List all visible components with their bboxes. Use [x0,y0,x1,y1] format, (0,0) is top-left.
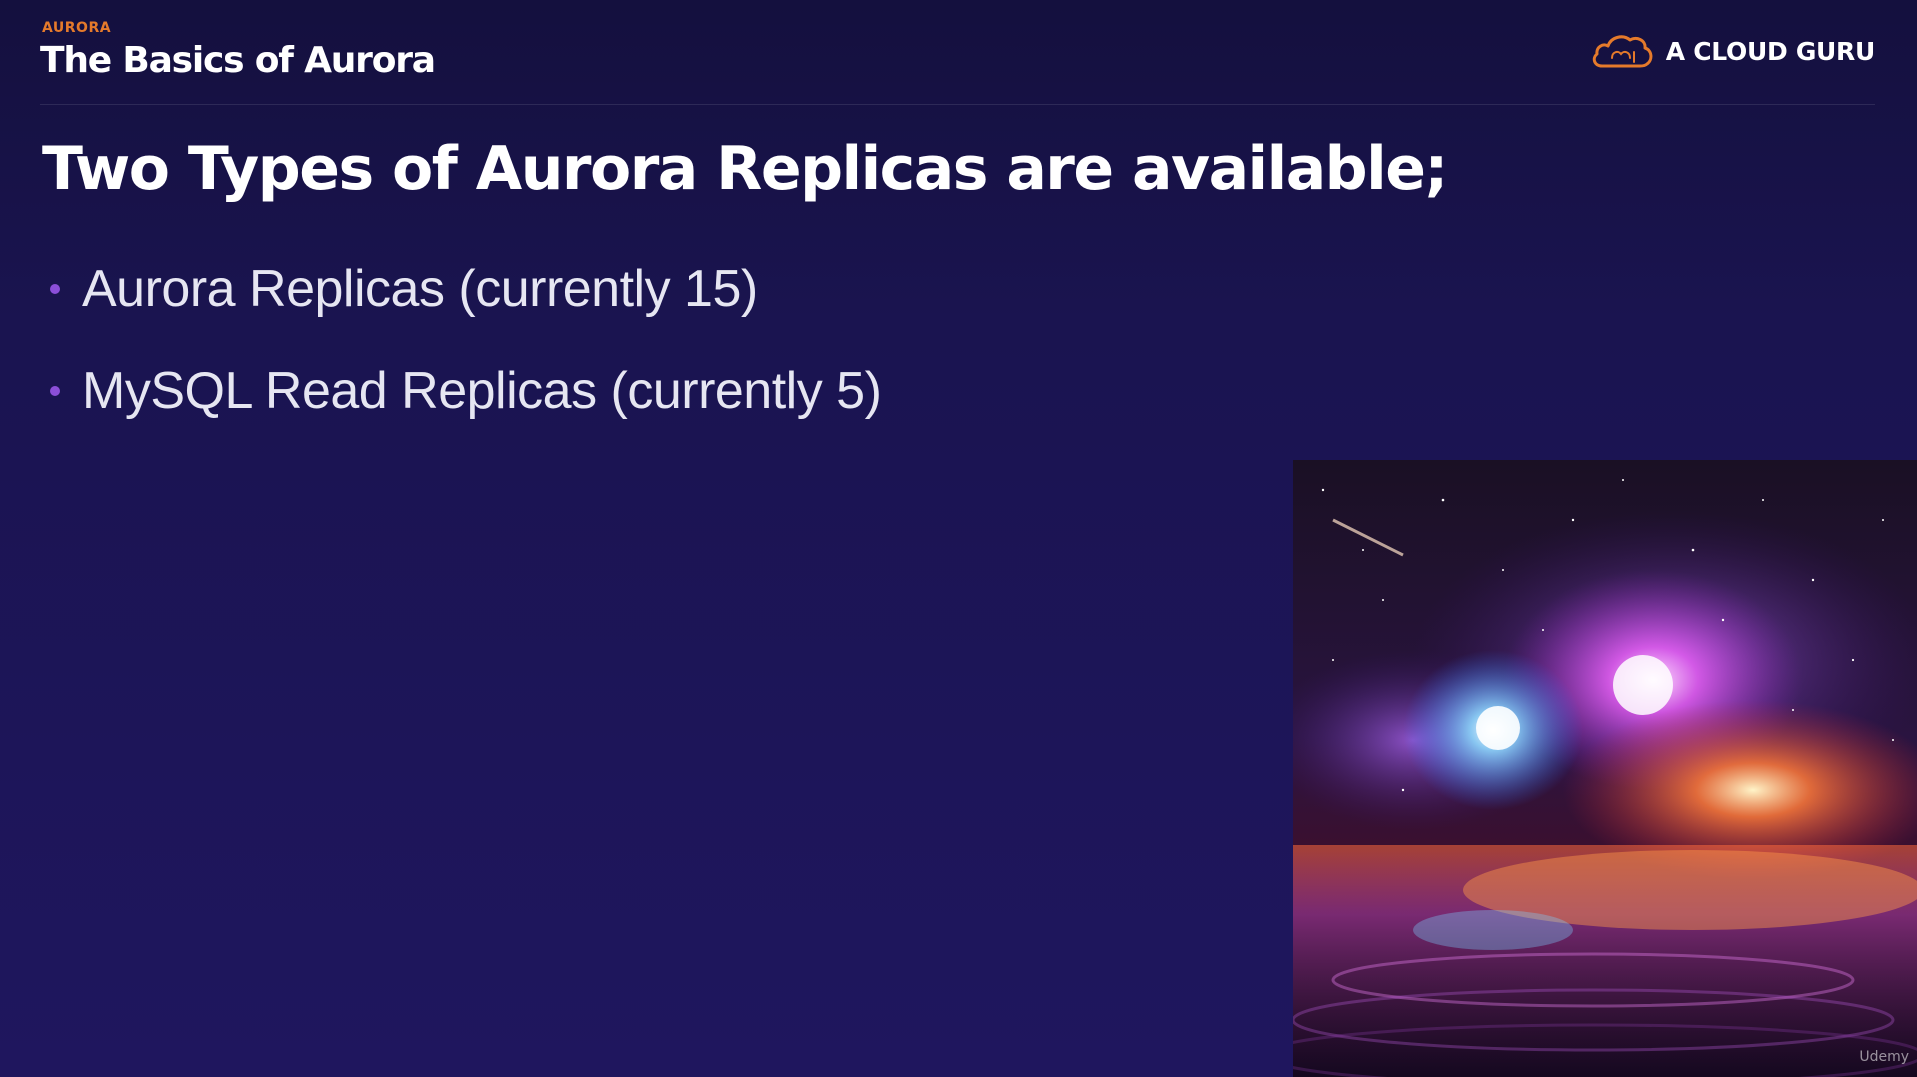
cloud-logo-icon [1592,35,1653,68]
list-item: MySQL Read Replicas (currently 5) [50,356,882,426]
bullet-text: MySQL Read Replicas (currently 5) [82,362,882,420]
slide-headline: Two Types of Aurora Replicas are availab… [42,134,1448,204]
brand-name: A CLOUD GURU [1665,36,1876,66]
brand: A CLOUD GURU [1590,30,1875,72]
bullet-list: Aurora Replicas (currently 15) MySQL Rea… [50,254,882,458]
section-label: AURORA [42,20,112,36]
bullet-text: Aurora Replicas (currently 15) [82,260,758,318]
bullet-dot-icon [50,284,60,294]
list-item: Aurora Replicas (currently 15) [50,254,881,324]
deck-title: The Basics of Aurora [40,40,436,81]
slide: AURORA The Basics of Aurora A CLOUD GURU… [0,0,1917,1077]
header-divider [40,104,1875,105]
nebula-image: Udemy [1293,460,1917,1077]
bullet-dot-icon [50,386,60,396]
udemy-watermark: Udemy [1859,1049,1909,1065]
